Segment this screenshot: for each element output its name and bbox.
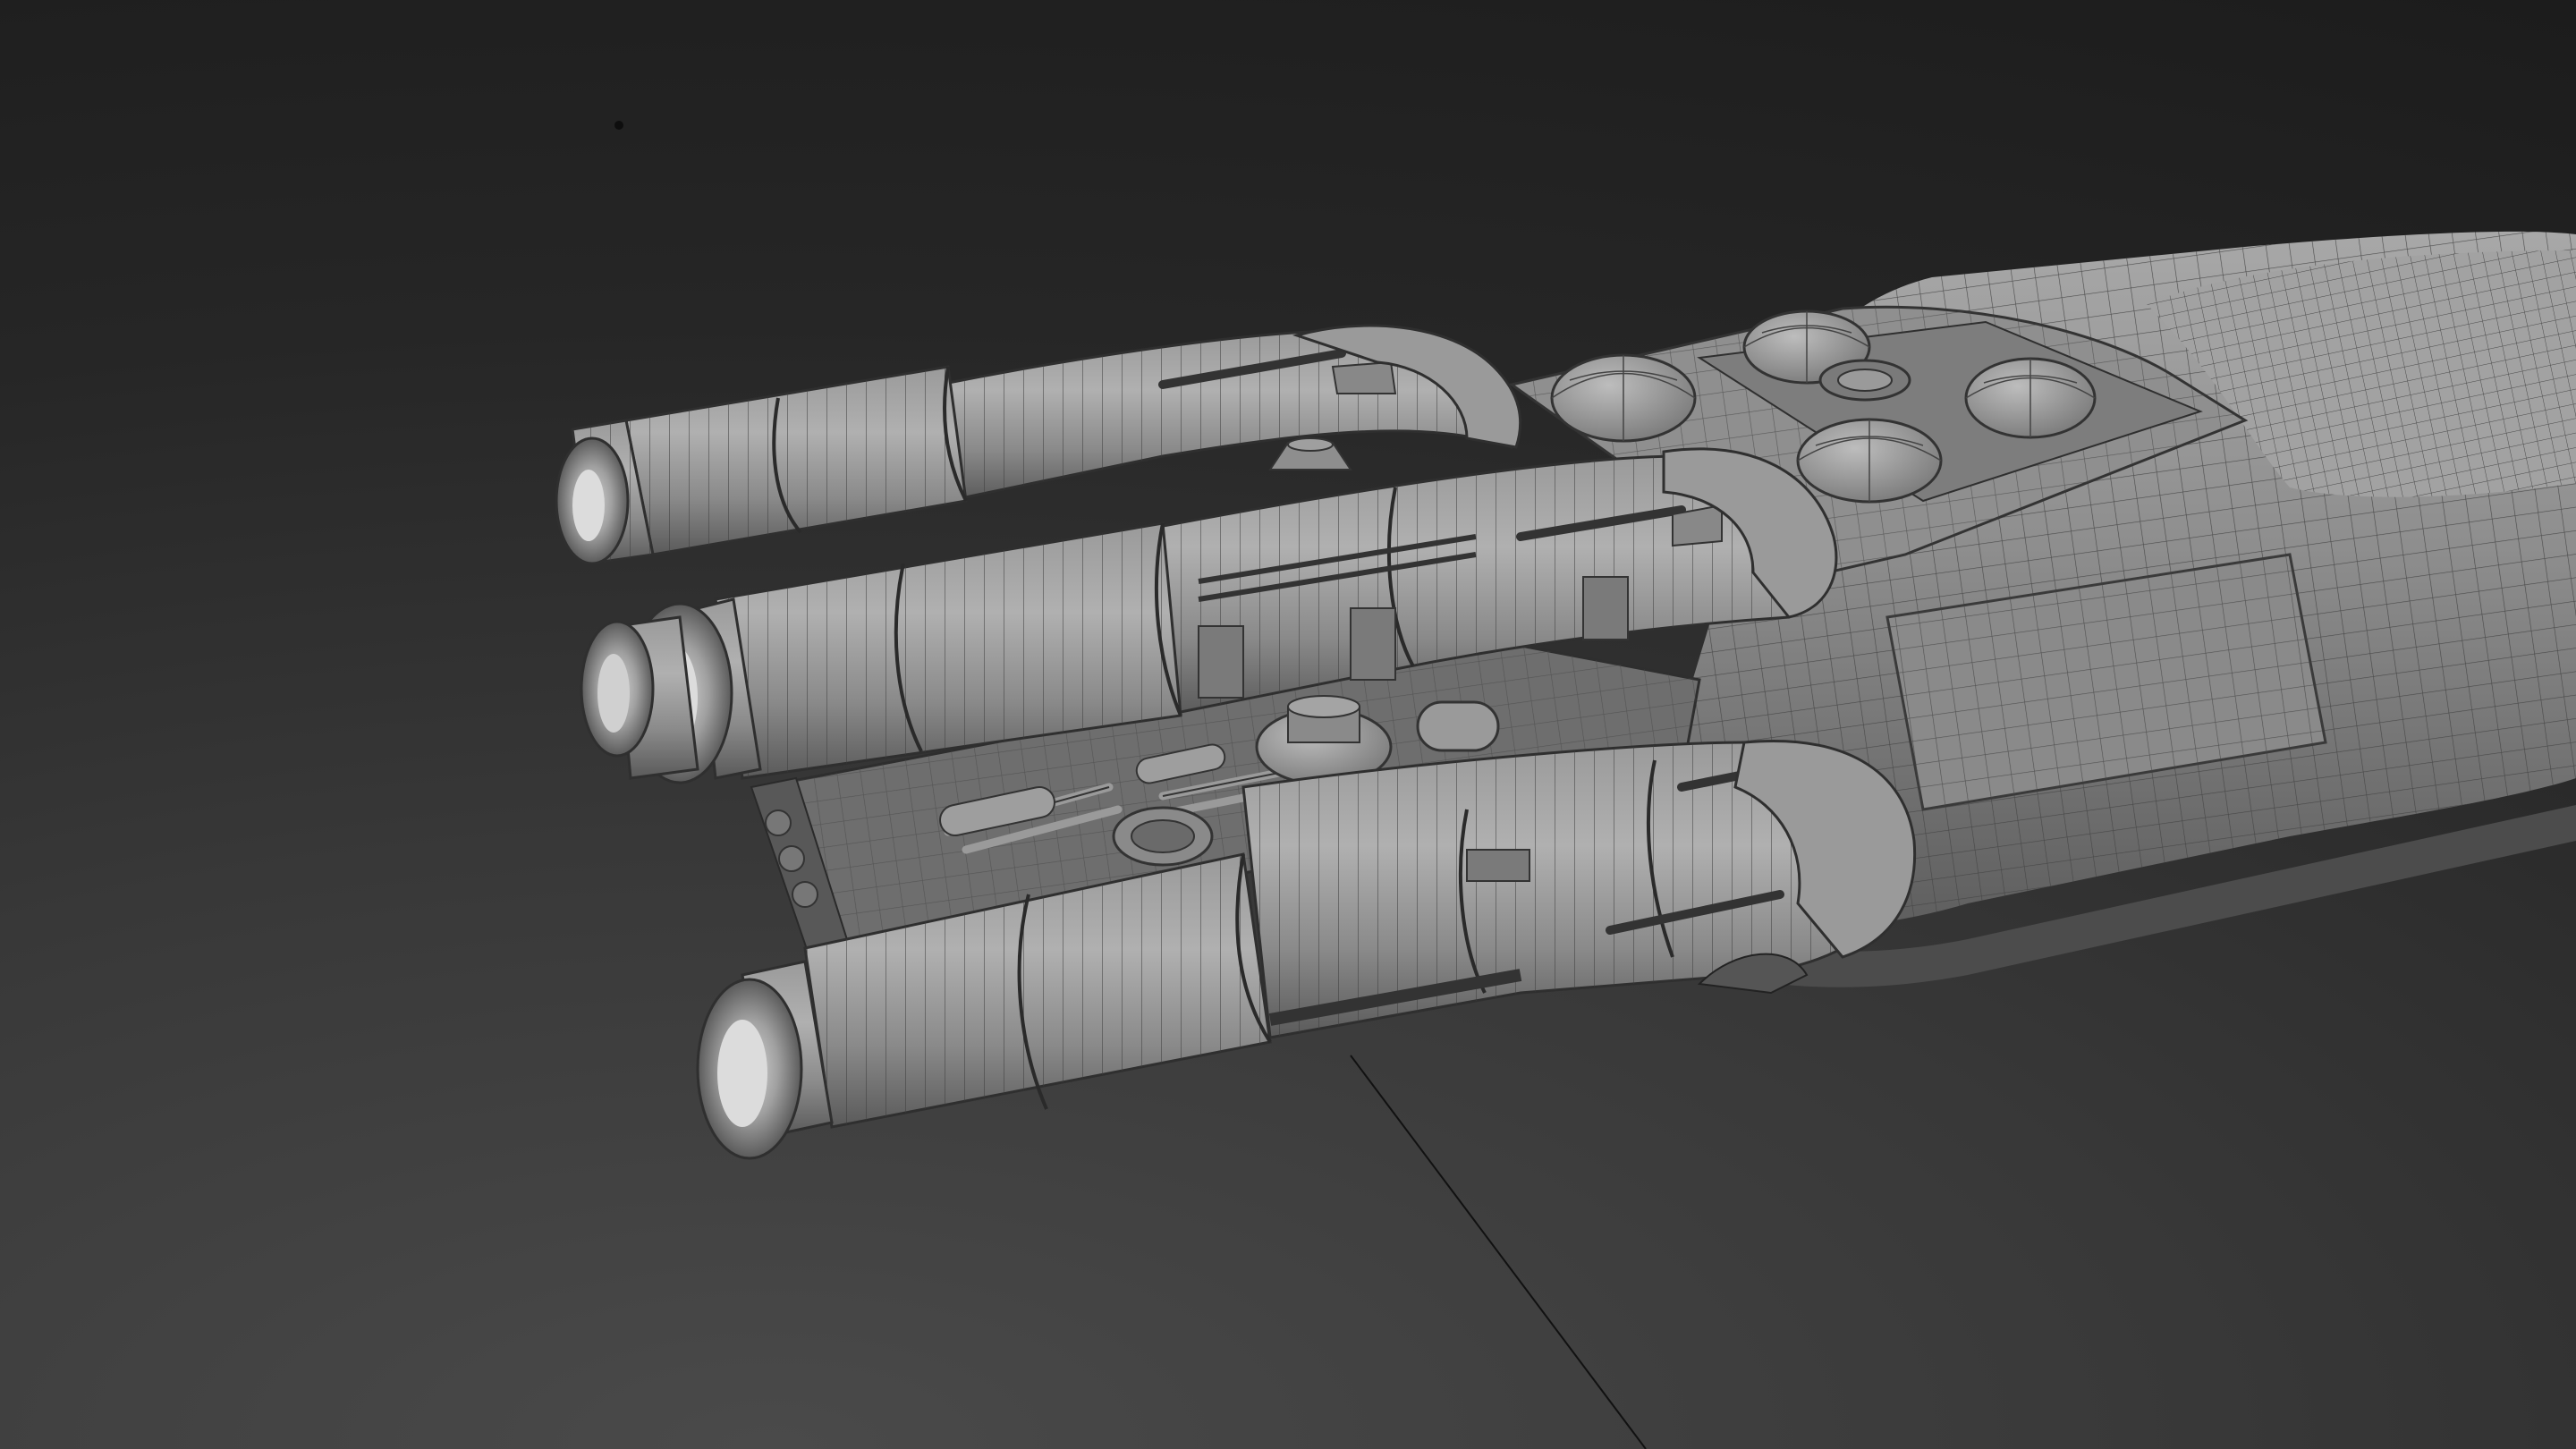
dome-5[interactable]	[1818, 359, 1911, 402]
cursor-dot	[614, 121, 623, 130]
engine-middle-left[interactable]	[580, 615, 699, 780]
dome-3[interactable]	[1964, 357, 2097, 439]
dome-1[interactable]	[1550, 353, 1697, 443]
3d-viewport[interactable]	[0, 0, 2576, 1449]
dome-4[interactable]	[1796, 418, 1943, 504]
light-ray-line	[1350, 1055, 1647, 1449]
model-render[interactable]	[0, 0, 2576, 1449]
